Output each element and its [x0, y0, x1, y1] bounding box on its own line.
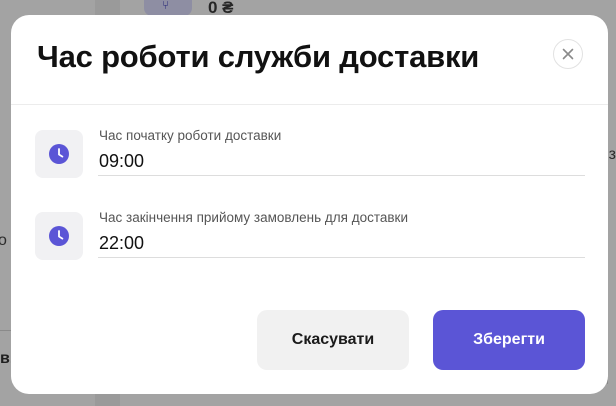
background-right-edge — [607, 366, 616, 384]
end-time-field: Час закінчення прийому замовлень для дос… — [35, 210, 585, 270]
start-time-input[interactable] — [98, 148, 585, 176]
background-left-text: о — [0, 232, 7, 249]
header-divider — [11, 104, 608, 105]
end-time-icon-box — [35, 212, 83, 260]
start-time-icon-box — [35, 130, 83, 178]
close-button[interactable] — [553, 39, 583, 69]
background-utensils-icon: ⑂ — [144, 0, 192, 16]
background-right-text: з — [608, 146, 616, 163]
save-button[interactable]: Зберегти — [433, 310, 585, 370]
delivery-hours-modal: Час роботи служби доставки Час початку р… — [11, 15, 608, 394]
close-icon — [562, 48, 574, 60]
clock-icon — [49, 144, 69, 164]
cancel-button[interactable]: Скасувати — [257, 310, 409, 370]
modal-title: Час роботи служби доставки — [37, 39, 480, 74]
start-time-label: Час початку роботи доставки — [99, 128, 282, 143]
end-time-input[interactable] — [98, 230, 585, 258]
start-time-field: Час початку роботи доставки — [35, 128, 585, 188]
clock-icon — [49, 226, 69, 246]
end-time-label: Час закінчення прийому замовлень для дос… — [99, 210, 409, 225]
